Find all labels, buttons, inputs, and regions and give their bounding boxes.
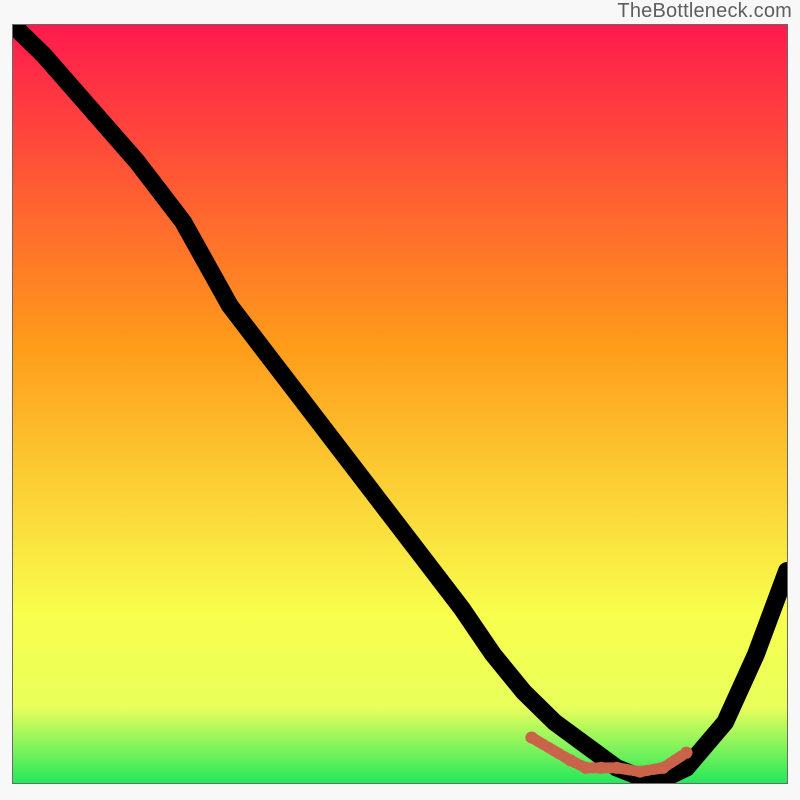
chart-container: TheBottleneck.com bbox=[0, 0, 800, 800]
gradient-background bbox=[13, 25, 787, 783]
plot-area bbox=[12, 24, 788, 784]
optimal-dot bbox=[595, 762, 607, 774]
optimal-dot bbox=[680, 747, 692, 759]
optimal-dot bbox=[634, 766, 646, 778]
optimal-dot bbox=[564, 754, 576, 766]
optimal-dot bbox=[657, 762, 669, 774]
optimal-dot bbox=[611, 762, 623, 774]
chart-svg bbox=[13, 25, 787, 783]
optimal-dot bbox=[525, 731, 537, 743]
attribution-label: TheBottleneck.com bbox=[617, 0, 792, 23]
optimal-dot bbox=[580, 762, 592, 774]
